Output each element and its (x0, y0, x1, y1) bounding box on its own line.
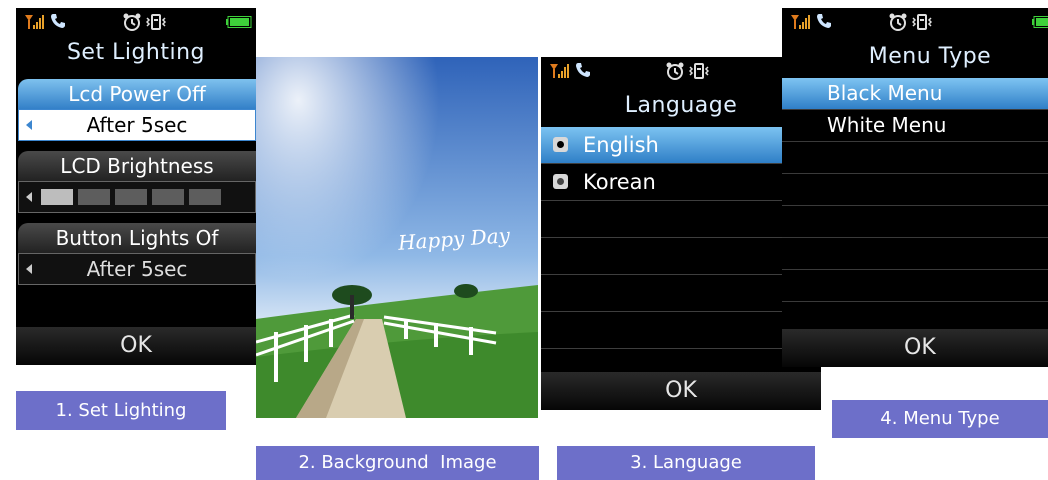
brightness-level-segment (115, 189, 147, 205)
phone-screen-language: Language English Korean OK (541, 57, 821, 410)
phone-screen-set-lighting: Set Lighting Lcd Power Off After 5sec LC… (16, 8, 256, 365)
button-lights-off-header[interactable]: Button Lights Of (18, 223, 256, 253)
signal-icon (791, 15, 810, 29)
signal-icon (550, 64, 569, 78)
caption-language: 3. Language (557, 446, 815, 480)
menu-type-option-black[interactable]: Black Menu (782, 78, 1048, 110)
caption-set-lighting: 1. Set Lighting (16, 391, 226, 430)
brightness-level-segment (189, 189, 221, 205)
brightness-level-segment (152, 189, 184, 205)
ok-softkey[interactable]: OK (782, 329, 1048, 367)
language-option-label: English (583, 133, 659, 157)
screen-title: Language (624, 93, 738, 118)
language-option-label: Korean (583, 170, 656, 194)
alarm-icon (889, 13, 907, 31)
brightness-level-bars (41, 189, 221, 205)
left-arrow-icon[interactable] (26, 264, 32, 274)
list-item-empty (782, 206, 1048, 238)
ok-softkey[interactable]: OK (16, 327, 256, 365)
list-item-empty (541, 201, 821, 238)
screen-title: Menu Type (868, 44, 992, 69)
list-item-empty (541, 275, 821, 312)
lcd-brightness-selector[interactable] (18, 181, 256, 213)
menu-type-option-white[interactable]: White Menu (782, 110, 1048, 142)
language-option-korean[interactable]: Korean (541, 164, 821, 201)
lcd-power-off-header[interactable]: Lcd Power Off (18, 79, 256, 109)
list-item-empty (782, 142, 1048, 174)
button-lights-off-value: After 5sec (86, 257, 188, 281)
alarm-icon (123, 13, 141, 31)
status-bar (541, 57, 821, 87)
call-icon (576, 63, 590, 77)
list-item-empty (782, 174, 1048, 206)
signal-icon (25, 15, 44, 29)
radio-unselected-icon[interactable] (553, 174, 568, 189)
lcd-power-off-value: After 5sec (86, 113, 188, 137)
battery-icon (1032, 16, 1048, 28)
language-option-english[interactable]: English (541, 127, 821, 164)
lcd-power-off-selector[interactable]: After 5sec (18, 109, 256, 141)
list-item-empty (541, 238, 821, 275)
left-arrow-icon[interactable] (26, 120, 32, 130)
call-icon (817, 14, 831, 28)
caption-menu-type: 4. Menu Type (832, 400, 1048, 438)
list-item-empty (782, 238, 1048, 270)
brightness-level-segment (78, 189, 110, 205)
lcd-brightness-header[interactable]: LCD Brightness (18, 151, 256, 181)
caption-background-image: 2. Background Image (256, 446, 539, 480)
phone-screen-background-image: Happy Day (256, 57, 538, 418)
list-item-empty (782, 270, 1048, 302)
battery-icon (226, 16, 252, 28)
button-lights-off-selector[interactable]: After 5sec (18, 253, 256, 285)
left-arrow-icon[interactable] (26, 192, 32, 202)
brightness-level-segment (41, 189, 73, 205)
vibrate-icon (689, 63, 709, 79)
vibrate-icon (146, 14, 166, 30)
call-icon (51, 14, 65, 28)
ok-softkey[interactable]: OK (541, 372, 821, 410)
phone-screen-menu-type: Menu Type Black Menu White Menu OK (782, 8, 1048, 367)
status-bar (782, 8, 1048, 38)
vibrate-icon (912, 14, 932, 30)
list-item-empty (541, 312, 821, 349)
status-bar (16, 8, 256, 38)
screen-title: Set Lighting (66, 40, 206, 65)
alarm-icon (666, 62, 684, 80)
radio-selected-icon[interactable] (553, 137, 568, 152)
